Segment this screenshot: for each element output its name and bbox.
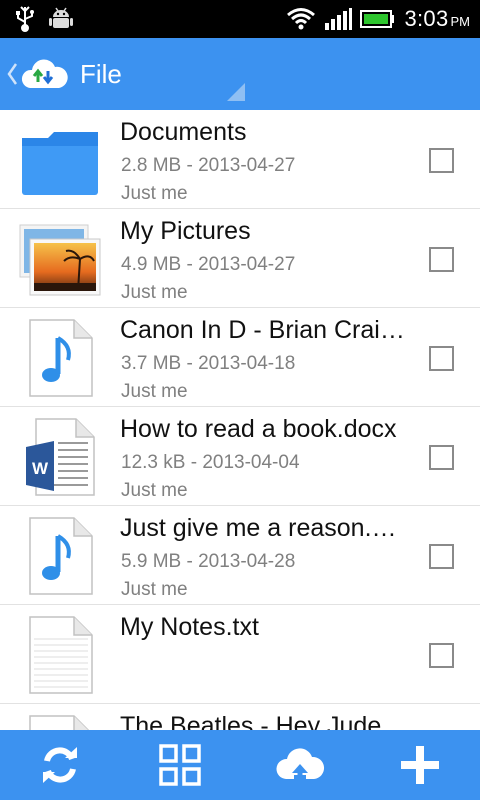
file-list: Documents 2.8 MB - 2013-04-27 Just me My… xyxy=(0,110,480,730)
file-owner: Just me xyxy=(121,480,188,501)
file-owner: Just me xyxy=(121,381,188,402)
file-name: Just give me a reason.… xyxy=(120,514,397,542)
cloud-sync-logo-icon[interactable] xyxy=(20,52,68,96)
grid-view-button[interactable] xyxy=(150,735,210,795)
select-checkbox[interactable] xyxy=(429,445,454,470)
list-item[interactable]: The Beatles - Hey Jude xyxy=(0,704,480,730)
file-meta: 12.3 kB - 2013-04-04 xyxy=(121,452,300,473)
list-item[interactable]: Canon In D - Brian Crai… 3.7 MB - 2013-0… xyxy=(0,308,480,407)
file-name: How to read a book.docx xyxy=(120,415,397,443)
music-file-icon xyxy=(29,517,93,595)
pictures-folder-icon xyxy=(19,224,101,296)
upload-icon xyxy=(276,748,325,785)
status-bar: 3:03 PM xyxy=(0,0,480,38)
bottom-action-bar xyxy=(0,730,480,800)
file-name: Documents xyxy=(120,118,247,146)
signal-icon xyxy=(325,8,353,30)
dropdown-triangle-icon[interactable] xyxy=(227,83,245,101)
clock: 3:03 PM xyxy=(404,4,470,34)
refresh-button[interactable] xyxy=(30,735,90,795)
page-title[interactable]: File xyxy=(80,58,122,90)
file-meta: 3.7 MB - 2013-04-18 xyxy=(121,353,296,374)
select-checkbox[interactable] xyxy=(429,544,454,569)
folder-icon xyxy=(22,132,98,195)
list-item[interactable]: My Notes.txt xyxy=(0,605,480,704)
file-owner: Just me xyxy=(121,183,188,204)
list-item[interactable]: Just give me a reason.… 5.9 MB - 2013-04… xyxy=(0,506,480,605)
select-checkbox[interactable] xyxy=(429,247,454,272)
back-chevron-icon[interactable] xyxy=(6,60,18,88)
list-item[interactable]: My Pictures 4.9 MB - 2013-04-27 Just me xyxy=(0,209,480,308)
file-meta: 5.9 MB - 2013-04-28 xyxy=(121,551,296,572)
word-document-icon: W xyxy=(26,418,95,496)
music-file-icon xyxy=(29,715,90,730)
svg-text:W: W xyxy=(32,459,49,478)
upload-button[interactable] xyxy=(270,735,330,795)
select-checkbox[interactable] xyxy=(429,643,454,668)
list-item[interactable]: Documents 2.8 MB - 2013-04-27 Just me xyxy=(0,110,480,209)
file-meta: 4.9 MB - 2013-04-27 xyxy=(121,254,296,275)
battery-icon xyxy=(360,10,395,28)
app-bar: File xyxy=(0,38,480,110)
file-name: The Beatles - Hey Jude xyxy=(120,712,382,730)
android-debug-icon xyxy=(49,7,73,28)
usb-icon xyxy=(16,6,34,32)
wifi-icon xyxy=(287,8,316,30)
file-owner: Just me xyxy=(121,282,188,303)
text-file-icon xyxy=(29,616,93,694)
file-name: My Notes.txt xyxy=(120,613,259,641)
file-meta: 2.8 MB - 2013-04-27 xyxy=(121,155,296,176)
grid-view-icon xyxy=(159,744,201,786)
file-owner: Just me xyxy=(121,579,188,600)
select-checkbox[interactable] xyxy=(429,148,454,173)
select-checkbox[interactable] xyxy=(429,346,454,371)
add-button[interactable] xyxy=(390,735,450,795)
refresh-icon xyxy=(43,747,77,783)
ampm-text: PM xyxy=(450,14,471,29)
list-item[interactable]: W How to read a book.docx 12.3 kB - 2013… xyxy=(0,407,480,506)
music-file-icon xyxy=(29,319,93,397)
file-name: My Pictures xyxy=(120,217,251,245)
file-name: Canon In D - Brian Crai… xyxy=(120,316,405,344)
add-icon xyxy=(401,746,439,784)
time-text: 3:03 xyxy=(404,6,449,31)
